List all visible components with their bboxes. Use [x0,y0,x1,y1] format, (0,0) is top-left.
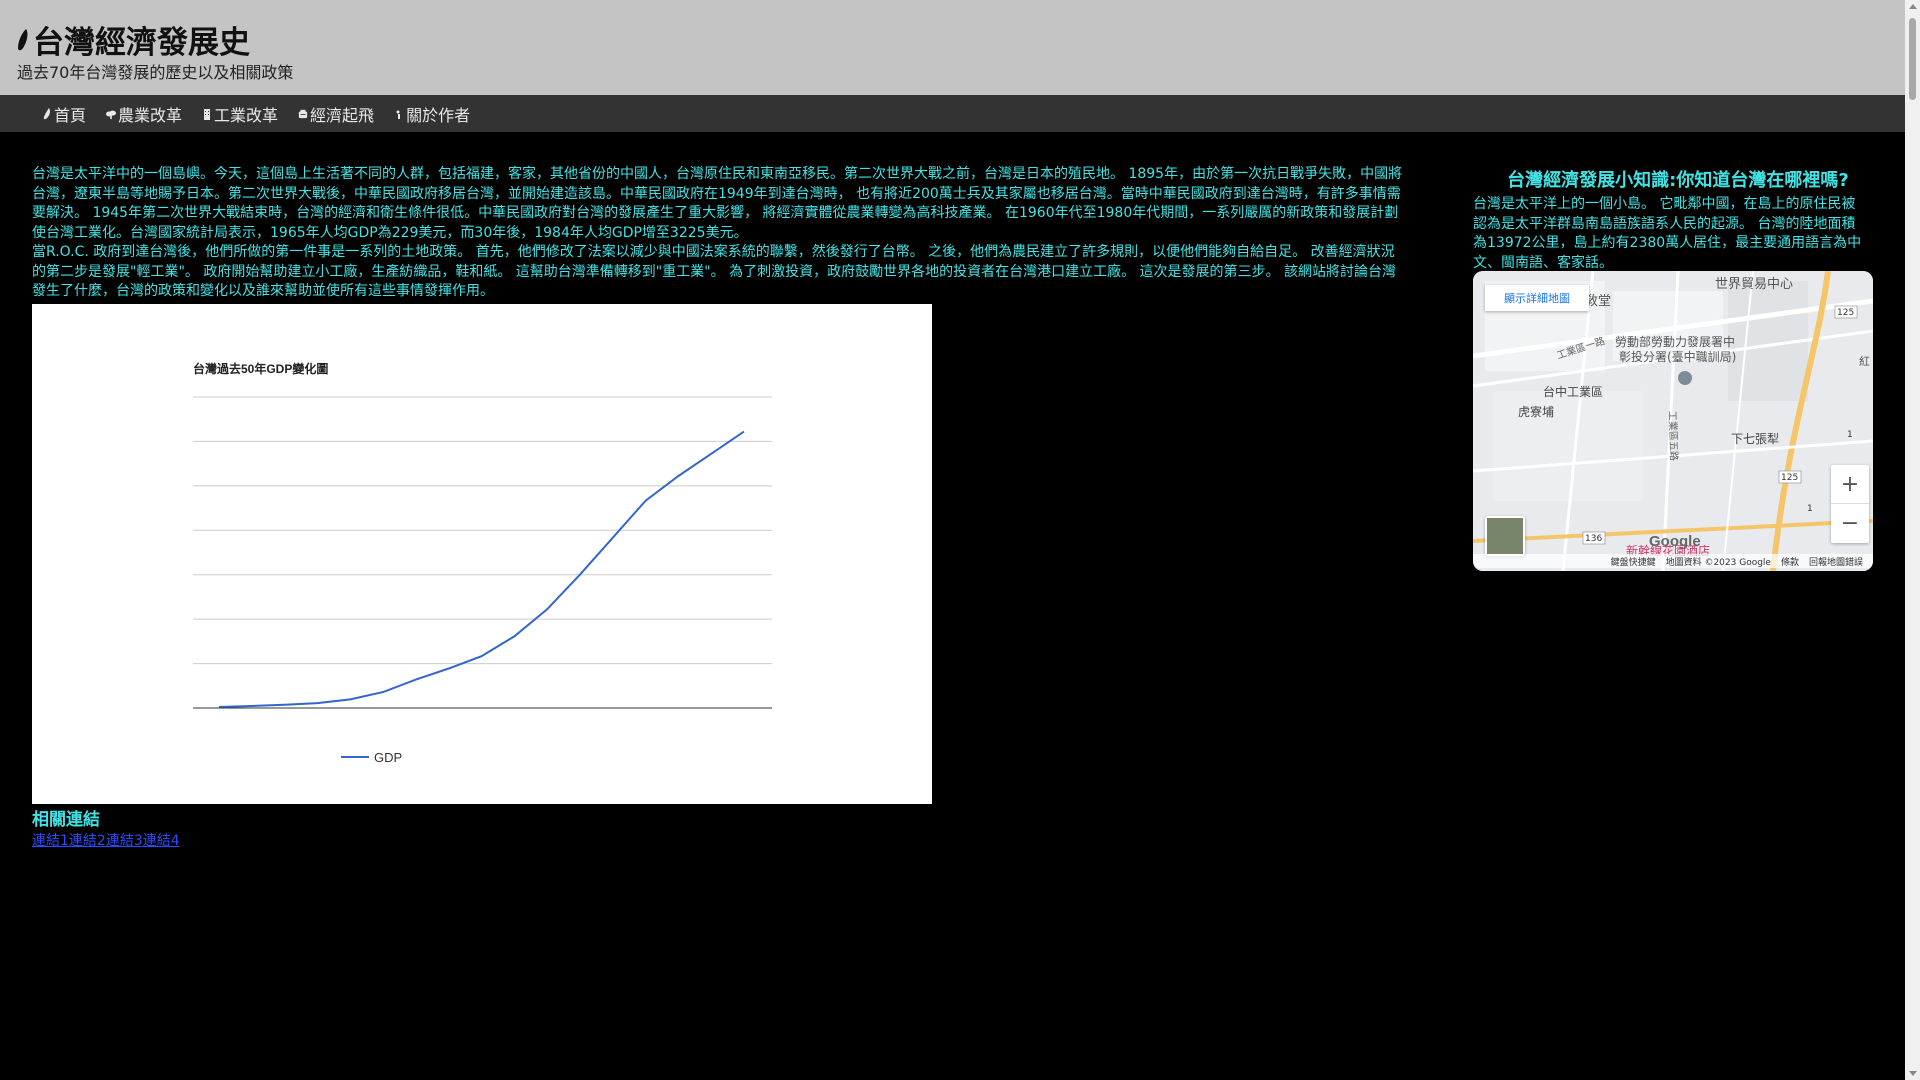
related-links-heading: 相關連結 [32,810,100,830]
chart-title: 台灣過去50年GDP變化圖 [193,361,328,376]
route-136: 136 [1585,534,1602,544]
scroll-down-arrow-icon[interactable] [1909,1071,1917,1076]
view-larger-map-button[interactable]: 顯示詳細地圖 [1485,285,1589,311]
taiwan-leaf-icon [18,28,28,50]
map-label-hu-liao: 虎寮埔 [1518,404,1554,419]
map-footer: 鍵盤快捷鍵 地圖資料 ©2023 Google 條款 回報地圖錯誤 [1473,554,1873,568]
zoom-in-button[interactable]: + [1831,465,1869,504]
satellite-thumbnail-icon [1487,518,1523,554]
gdp-chart: 台灣過去50年GDP變化圖 GDP [32,304,932,804]
chart-legend: GDP [341,750,402,765]
nav-item-label: 首頁 [54,105,87,125]
nav-item-agriculture[interactable]: 農業改革 [106,102,182,126]
money-bag-icon [298,109,308,118]
legend-label: GDP [374,750,402,765]
zoom-out-button[interactable]: − [1831,504,1869,543]
report-map-error-link[interactable]: 回報地圖錯誤 [1809,555,1863,568]
gdp-series-line [218,430,745,708]
link-2[interactable]: 連結2 [69,833,106,849]
map-label-labor-dept: 勞動部勞動力發展署中 [1615,334,1735,349]
terms-link[interactable]: 條款 [1781,555,1799,568]
route-125-b: 125 [1781,473,1798,483]
nav-item-label: 關於作者 [406,105,471,125]
site-title: 台灣經濟發展史 [17,17,250,62]
link-1[interactable]: 連結1 [32,833,69,849]
nav-item-label: 農業改革 [118,105,183,125]
aside-text: 台灣是太平洋上的一個小島。 它毗鄰中國，在島上的原住民被認為是太平洋群島南島語族… [1473,196,1862,271]
map-label-partial-right: 紅 [1859,355,1870,368]
route-125-a: 125 [1837,308,1854,318]
zoom-out-icon: − [1840,511,1860,536]
link-4[interactable]: 連結4 [143,833,180,849]
site-subtitle: 過去70年台灣發展的歷史以及相關政策 [17,63,294,82]
main-content: 台灣是太平洋中的一個島嶼。今天，這個島上生活著不同的人群，包括福建，客家，其他省… [32,165,1407,302]
gdp-chart-svg: 台灣過去50年GDP變化圖 GDP [193,361,772,765]
map-label-world-trade: 世界貿易中心 [1715,277,1793,292]
map-data-attribution: 地圖資料 ©2023 Google [1665,557,1771,568]
taiwan-leaf-icon [43,107,51,119]
scroll-up-arrow-icon[interactable] [1909,4,1917,9]
route-1-b: 1 [1807,504,1813,514]
aside-title: 台灣經濟發展小知識:你知道台灣在哪裡嗎? [1507,170,1849,191]
satellite-toggle[interactable] [1485,516,1525,556]
nav-item-about[interactable]: 關於作者 [394,102,470,126]
related-links: 連結1連結2連結3連結4 [32,830,180,850]
map-zoom-control: + − [1831,465,1869,543]
view-larger-map-label: 顯示詳細地圖 [1504,292,1570,305]
site-title-text: 台灣經濟發展史 [33,25,250,61]
sprout-icon [106,110,117,119]
google-map[interactable]: 世界貿易中心 敎堂 紅 勞動部勞動力發展署中 彰投分署(臺中職訓局) 台中工業區… [1473,271,1873,571]
link-3[interactable]: 連結3 [106,833,143,849]
map-label-industrial-zone: 台中工業區 [1543,384,1603,399]
scroll-thumb[interactable] [1909,18,1916,100]
nav-item-label: 經濟起飛 [310,105,375,125]
map-label-labor-dept-2: 彰投分署(臺中職訓局) [1619,349,1736,364]
map-label-xia-qi: 下七張犁 [1731,432,1779,446]
keyboard-shortcuts-link[interactable]: 鍵盤快捷鍵 [1611,555,1656,568]
factory-icon [204,108,211,120]
nav-item-economy[interactable]: 經濟起飛 [298,102,374,126]
page-scrollbar[interactable] [1905,0,1920,1080]
site-header: 台灣經濟發展史 過去70年台灣發展的歷史以及相關政策 [0,0,1905,95]
nav-item-home[interactable]: 首頁 [42,102,86,126]
route-1-a: 1 [1847,430,1853,440]
map-pin-icon[interactable] [1678,371,1692,385]
aside-panel: 台灣經濟發展小知識:你知道台灣在哪裡嗎? 台灣是太平洋上的一個小島。 它毗鄰中國… [1473,166,1873,273]
zoom-in-icon: + [1840,471,1860,497]
person-icon [396,110,401,119]
nav-item-industry[interactable]: 工業改革 [202,102,278,126]
map-canvas[interactable]: 世界貿易中心 敎堂 紅 勞動部勞動力發展署中 彰投分署(臺中職訓局) 台中工業區… [1473,271,1873,571]
intro-paragraph: 台灣是太平洋中的一個島嶼。今天，這個島上生活著不同的人群，包括福建，客家，其他省… [32,166,1403,241]
google-logo: Google [1649,533,1701,550]
nav-bar: 首頁 農業改革 工業改革 經濟起飛 關於作者 [0,95,1905,132]
policy-paragraph: 當R.O.C. 政府到達台灣後，他們所做的第一件事是一系列的土地政策。 首先，他… [32,244,1397,299]
nav-item-label: 工業改革 [214,105,279,125]
